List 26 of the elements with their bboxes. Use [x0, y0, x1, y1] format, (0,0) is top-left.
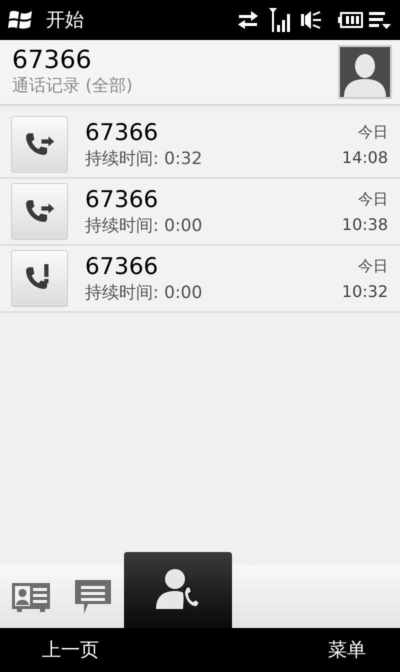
- call-time: 10:32: [342, 280, 388, 302]
- caller-number: 67366: [85, 118, 160, 146]
- call-log-subtitle: 通话记录 (全部): [12, 75, 134, 98]
- caller-number: 67366: [85, 186, 160, 214]
- contact-number: 67366: [12, 46, 93, 74]
- call-date: 今日: [358, 256, 388, 276]
- call-time: 14:08: [342, 146, 388, 168]
- call-time: 10:38: [342, 214, 388, 236]
- contact-card-icon: [11, 580, 51, 612]
- start-label[interactable]: 开始: [46, 6, 84, 34]
- message-bubble-icon: [74, 578, 112, 616]
- signal-icon[interactable]: [268, 7, 292, 33]
- menu-softkey[interactable]: 菜单: [328, 636, 366, 664]
- call-date: 今日: [358, 188, 388, 210]
- call-duration: 持续时间: 0:00: [85, 214, 204, 238]
- call-duration: 持续时间: 0:32: [85, 148, 204, 170]
- data-sync-icon[interactable]: [236, 9, 260, 31]
- back-softkey[interactable]: 上一页: [42, 636, 99, 664]
- caller-number: 67366: [85, 252, 160, 280]
- battery-icon[interactable]: [338, 11, 364, 29]
- tab[interactable]: [124, 552, 232, 628]
- call-duration: 持续时间: 0:00: [85, 282, 204, 304]
- avatar-silhouette-icon[interactable]: [338, 45, 392, 99]
- call-date: 今日: [358, 122, 388, 142]
- speaker-icon[interactable]: [300, 9, 322, 31]
- menu-icon[interactable]: [368, 10, 392, 30]
